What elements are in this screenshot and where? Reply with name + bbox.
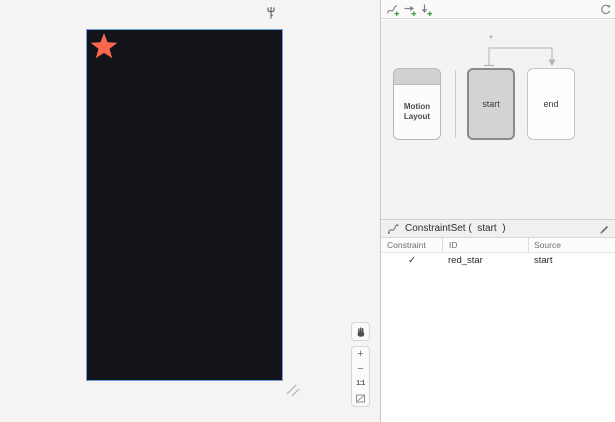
- motion-layout-card[interactable]: Motion Layout: [393, 68, 441, 140]
- scene-divider: [455, 70, 456, 138]
- transition-asterisk-badge: *: [485, 34, 497, 45]
- motion-editor-window: + − 1:1: [0, 0, 615, 422]
- transition-add-icon[interactable]: [403, 3, 417, 17]
- motion-layout-card-label: Motion Layout: [394, 85, 440, 139]
- constraint-set-icon: [387, 222, 399, 235]
- constraint-set-title: ConstraintSet ( start ): [405, 223, 506, 234]
- design-surface[interactable]: + − 1:1: [0, 0, 380, 422]
- star-icon[interactable]: [89, 33, 119, 61]
- key-icon[interactable]: [266, 6, 276, 21]
- zoom-in-button[interactable]: +: [352, 347, 369, 362]
- column-header-id: ID: [443, 238, 529, 252]
- motion-layout-card-header: [394, 69, 440, 85]
- zoom-to-fit-button[interactable]: [352, 391, 369, 406]
- constraint-source-cell: start: [529, 253, 615, 268]
- motion-scene-graph[interactable]: * Motion Layout start end: [381, 20, 615, 219]
- pencil-icon[interactable]: [598, 223, 610, 235]
- column-header-source: Source: [529, 238, 615, 252]
- constraint-set-card-start[interactable]: start: [467, 68, 515, 140]
- constraint-table-header: Constraint ID Source: [381, 238, 615, 253]
- constraint-set-card-end[interactable]: end: [527, 68, 575, 140]
- transition-arrow[interactable]: [476, 26, 566, 70]
- zoom-to-fit-icon: [355, 393, 366, 404]
- motion-editor-toolbar: [381, 0, 615, 19]
- motion-editor-panel: * Motion Layout start end ConstraintSet …: [380, 0, 615, 422]
- constraint-checkmark-icon[interactable]: ✓: [381, 253, 443, 268]
- motion-curve-add-icon[interactable]: [386, 3, 400, 17]
- constraint-set-panel-header: ConstraintSet ( start ): [381, 219, 615, 238]
- zoom-100-button[interactable]: 1:1: [352, 377, 369, 392]
- red-star-component[interactable]: [91, 33, 118, 58]
- cycle-transition-icon[interactable]: [599, 3, 613, 17]
- pan-button[interactable]: [351, 322, 370, 341]
- keyframe-add-icon[interactable]: [419, 3, 433, 17]
- hand-pan-icon: [355, 326, 367, 338]
- constraint-id-cell: red_star: [443, 253, 529, 268]
- zoom-controls: + − 1:1: [351, 346, 370, 407]
- resize-corner-icon[interactable]: [284, 382, 301, 397]
- device-screen-preview[interactable]: [86, 29, 283, 381]
- zoom-out-button[interactable]: −: [352, 362, 369, 377]
- constraint-table-row[interactable]: ✓ red_star start: [381, 253, 615, 268]
- column-header-constraint: Constraint: [381, 238, 443, 252]
